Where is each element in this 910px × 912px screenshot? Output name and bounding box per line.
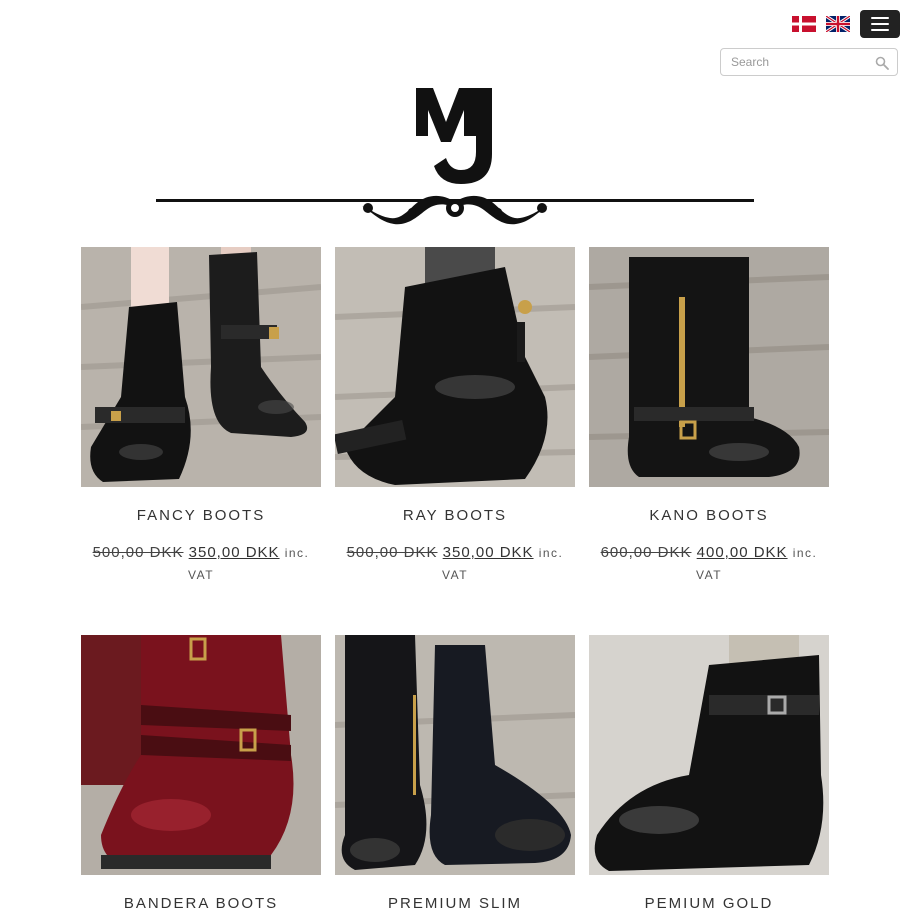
- sale-price: 350,00 DKK: [442, 544, 534, 561]
- product-name[interactable]: BANDERA BOOTS: [81, 895, 321, 912]
- product-price: 600,00 DKK 400,00 DKK inc. VAT: [589, 542, 829, 586]
- sale-price: 400,00 DKK: [696, 544, 788, 561]
- product-name[interactable]: FANCY BOOTS: [81, 507, 321, 524]
- product-image[interactable]: [81, 635, 321, 875]
- product-image[interactable]: [335, 635, 575, 875]
- product-card[interactable]: PREMIUM SLIM: [335, 635, 575, 912]
- product-image[interactable]: [589, 635, 829, 875]
- hamburger-menu-icon: [871, 17, 889, 19]
- product-price: 500,00 DKK 350,00 DKK inc. VAT: [335, 542, 575, 586]
- product-price: 500,00 DKK 350,00 DKK inc. VAT: [81, 542, 321, 586]
- old-price: 500,00 DKK: [346, 544, 438, 561]
- product-card[interactable]: RAY BOOTS 500,00 DKK 350,00 DKK inc. VAT: [335, 247, 575, 586]
- product-card[interactable]: KANO BOOTS 600,00 DKK 400,00 DKK inc. VA…: [589, 247, 829, 586]
- sale-price: 350,00 DKK: [188, 544, 280, 561]
- old-price: 600,00 DKK: [600, 544, 692, 561]
- search-icon[interactable]: [875, 56, 889, 70]
- product-image[interactable]: [81, 247, 321, 487]
- danish-flag-icon[interactable]: [792, 16, 816, 32]
- product-card[interactable]: FANCY BOOTS 500,00 DKK 350,00 DKK inc. V…: [81, 247, 321, 586]
- product-name[interactable]: KANO BOOTS: [589, 507, 829, 524]
- brand-logo[interactable]: [150, 84, 760, 232]
- product-card[interactable]: BANDERA BOOTS: [81, 635, 321, 912]
- menu-button[interactable]: [860, 10, 900, 38]
- old-price: 500,00 DKK: [92, 544, 184, 561]
- product-image[interactable]: [589, 247, 829, 487]
- product-name[interactable]: PREMIUM SLIM: [335, 895, 575, 912]
- product-name[interactable]: RAY BOOTS: [335, 507, 575, 524]
- uk-flag-icon[interactable]: [826, 16, 850, 32]
- search-input[interactable]: [721, 49, 871, 75]
- search-box: [720, 48, 898, 76]
- product-image[interactable]: [335, 247, 575, 487]
- product-name[interactable]: PEMIUM GOLD: [589, 895, 829, 912]
- product-card[interactable]: PEMIUM GOLD: [589, 635, 829, 912]
